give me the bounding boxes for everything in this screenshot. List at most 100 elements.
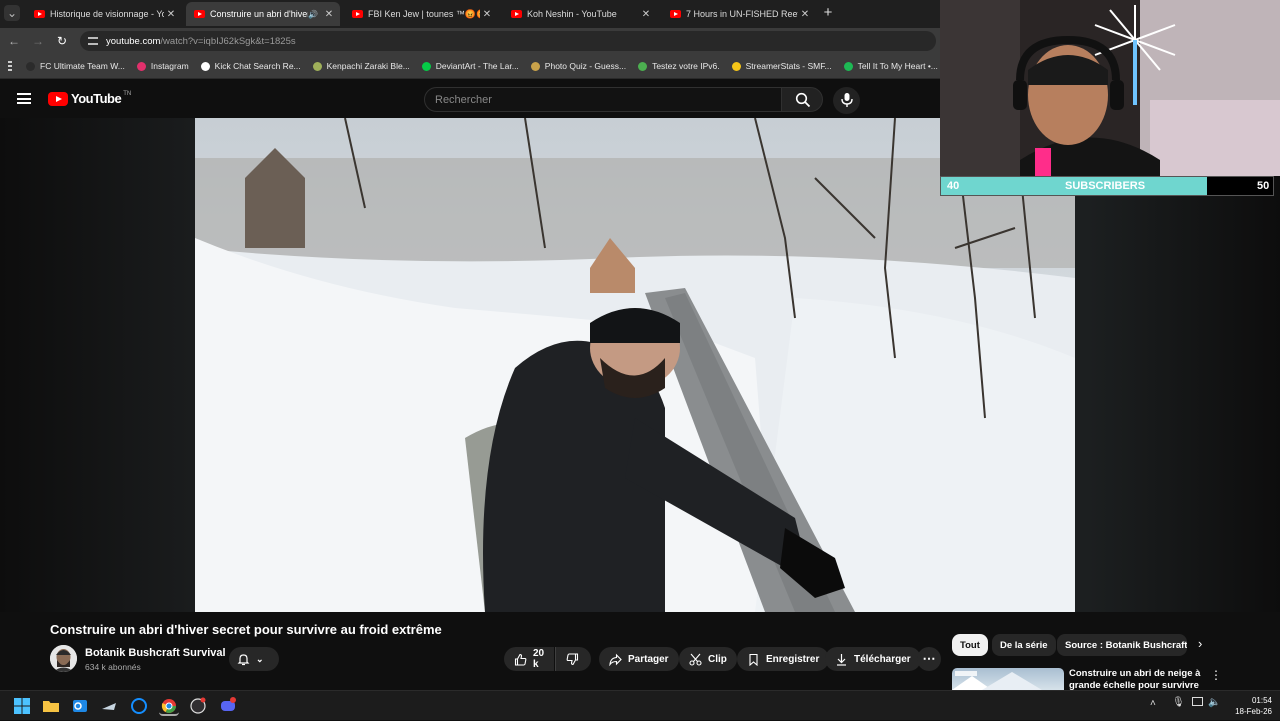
bookmark-label: FC Ultimate Team W... [40, 61, 125, 71]
voice-search-button[interactable] [833, 87, 860, 114]
mail-icon [73, 700, 87, 712]
chip-series[interactable]: De la série [992, 634, 1056, 656]
share-label: Partager [628, 653, 669, 665]
start-button[interactable] [12, 696, 32, 716]
subscriber-count: 634 k abonnés [85, 662, 141, 672]
microphone-tray-icon[interactable]: 🎙 [1172, 697, 1185, 708]
youtube-logo[interactable]: YouTube TN [48, 91, 131, 106]
channel-name[interactable]: Botanik Bushcraft Survival [85, 647, 226, 659]
bookmark-item[interactable]: Instagram [136, 61, 189, 71]
chip-next-button[interactable]: › [1198, 636, 1202, 651]
search-input[interactable]: Rechercher [424, 87, 782, 112]
bookmark-favicon-icon [530, 61, 540, 71]
bookmark-favicon-icon [638, 61, 648, 71]
notifications-button[interactable]: ⌄ [229, 647, 279, 671]
reload-button[interactable]: ↻ [54, 33, 70, 49]
bookmark-favicon-icon [312, 61, 322, 71]
bookmark-favicon-icon [731, 61, 741, 71]
chip-all[interactable]: Tout [952, 634, 988, 656]
browser-tab-reef[interactable]: 7 Hours in UN-FISHED Reef Holes ✕ [662, 2, 816, 26]
recommended-title[interactable]: Construire un abri de neige à grande éch… [1069, 668, 1204, 690]
obs-button[interactable] [188, 696, 208, 716]
clip-button[interactable]: Clip [679, 647, 737, 671]
more-actions-button[interactable]: ⋯ [917, 647, 941, 671]
browser-tab-history[interactable]: Historique de visionnage - YouTube ✕ [26, 2, 182, 26]
bookmark-icon [747, 653, 760, 666]
more-horizontal-icon: ⋯ [922, 651, 936, 666]
windows-taskbar: ˄ 🎙 🔈 01:54 18-Feb-26 [0, 690, 1280, 720]
close-tab-icon[interactable]: ✕ [639, 9, 653, 20]
bookmark-item[interactable]: StreamerStats - SMF... [731, 61, 832, 71]
recommended-thumbnail[interactable] [952, 668, 1064, 690]
video-title: Construire un abri d'hiver secret pour s… [50, 622, 442, 637]
channel-avatar[interactable] [50, 645, 77, 672]
chip-label: De la série [1000, 639, 1048, 651]
browser-tab-fbi[interactable]: FBI Ken Jew | tounes ™😡😡 - YouTube ✕ [344, 2, 498, 26]
bookmark-item[interactable]: DeviantArt - The Lar... [421, 61, 519, 71]
obs-icon [190, 697, 206, 714]
chip-label: Source : Botanik Bushcraft S [1065, 639, 1187, 651]
battlenet-icon [131, 698, 147, 714]
browser-tab-koh[interactable]: Koh Neshin - YouTube ✕ [503, 2, 657, 26]
youtube-masthead: YouTube TN Rechercher [0, 79, 940, 118]
bookmark-item[interactable]: Photo Quiz - Guess... [530, 61, 626, 71]
address-bar[interactable]: youtube.com/watch?v=iqbIJ62kSgk&t=1825s [80, 31, 936, 51]
forward-button[interactable]: → [30, 33, 46, 49]
download-button[interactable]: Télécharger [825, 647, 921, 671]
chrome-button[interactable] [159, 696, 179, 716]
browser-tab-active[interactable]: Construire un abri d'hiver secret 🔊 ✕ [186, 2, 340, 26]
subscriber-goal-bar: 40 SUBSCRIBERS 50 [940, 176, 1274, 196]
youtube-favicon-icon [352, 10, 363, 18]
subscriber-goal: 50 [1257, 180, 1270, 192]
system-clock[interactable]: 01:54 18-Feb-26 [1230, 695, 1272, 717]
display-tray-icon[interactable] [1192, 697, 1203, 706]
youtube-favicon-icon [511, 10, 522, 18]
chip-source[interactable]: Source : Botanik Bushcraft S [1057, 634, 1187, 656]
discord-button[interactable] [218, 696, 238, 716]
steam-button[interactable] [99, 696, 119, 716]
file-explorer-button[interactable] [41, 696, 61, 716]
subscriber-label: SUBSCRIBERS [1065, 180, 1146, 192]
bookmark-item[interactable]: Testez votre IPv6. [638, 61, 720, 71]
bookmark-item[interactable]: FC Ultimate Team W... [26, 61, 125, 71]
dislike-button[interactable] [555, 647, 591, 671]
tab-search-button[interactable]: ⌄ [4, 5, 20, 21]
speaker-icon[interactable]: 🔊 [308, 10, 318, 19]
logo-country-code: TN [123, 90, 132, 97]
folder-icon [43, 701, 59, 712]
new-tab-button[interactable]: + [820, 5, 836, 21]
outlook-button[interactable] [70, 696, 90, 716]
tray-overflow-icon[interactable]: ˄ [1150, 698, 1156, 709]
bookmark-label: StreamerStats - SMF... [745, 61, 832, 71]
bookmark-item[interactable]: Kenpachi Zaraki Ble... [312, 61, 410, 71]
bookmark-label: Tell It To My Heart •... [857, 61, 938, 71]
apps-grid-icon[interactable] [8, 61, 12, 71]
back-button[interactable]: ← [6, 33, 22, 49]
bookmark-label: Instagram [150, 61, 189, 71]
close-tab-icon[interactable]: ✕ [164, 9, 178, 20]
save-button[interactable]: Enregistrer [737, 647, 830, 671]
like-button[interactable]: 20 k [504, 647, 554, 671]
volume-tray-icon[interactable]: 🔈 [1208, 697, 1220, 708]
menu-icon[interactable] [17, 93, 31, 104]
windows-logo-icon [14, 698, 30, 714]
bookmark-item[interactable]: Kick Chat Search Re... [200, 61, 301, 71]
search-placeholder: Rechercher [435, 94, 492, 106]
chip-label: Tout [960, 639, 980, 651]
discord-icon [221, 697, 236, 711]
close-tab-icon[interactable]: ✕ [798, 9, 812, 20]
search-icon [795, 92, 811, 108]
plus-icon: + [823, 4, 833, 21]
share-button[interactable]: Partager [599, 647, 679, 671]
bookmark-favicon-icon [136, 61, 146, 71]
site-info-icon[interactable] [88, 37, 98, 45]
recommended-menu-button[interactable]: ⋮ [1210, 668, 1222, 682]
tab-title: FBI Ken Jew | tounes ™😡😡 - YouTube [368, 8, 480, 19]
bookmark-item[interactable]: Tell It To My Heart •... [843, 61, 938, 71]
battlenet-button[interactable] [129, 696, 149, 716]
download-icon [835, 653, 848, 666]
subscriber-current: 40 [947, 180, 960, 192]
close-tab-icon[interactable]: ✕ [480, 9, 494, 20]
close-tab-icon[interactable]: ✕ [322, 9, 336, 20]
search-button[interactable] [781, 87, 823, 112]
